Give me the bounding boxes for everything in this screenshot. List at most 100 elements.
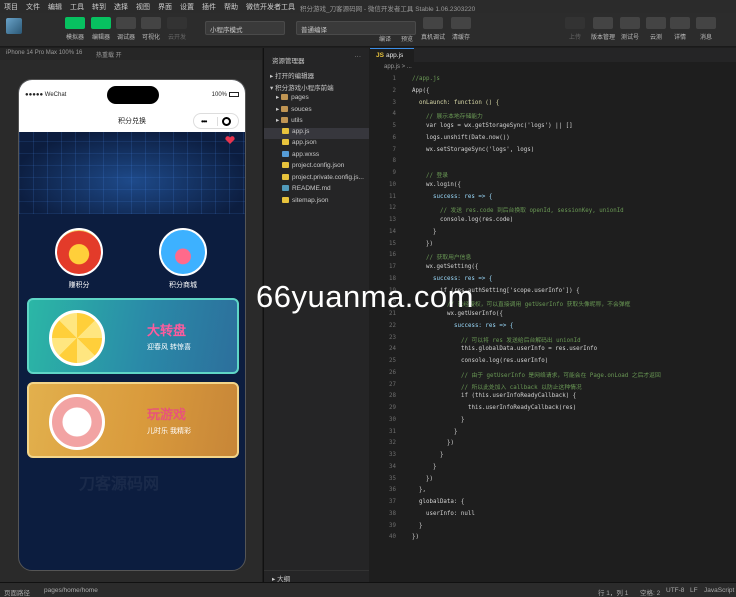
page-path[interactable]: pages/home/home [44,587,98,594]
code-line[interactable]: 30} [370,415,736,427]
code-text: wx.setStorageSync('logs', logs) [426,146,535,153]
points-mall-icon[interactable] [159,228,207,276]
more-icon[interactable]: ••• [201,117,207,126]
code-line[interactable]: 22 success: res => { [370,321,736,333]
code-line[interactable]: 7 wx.setStorageSync('logs', logs) [370,145,736,157]
version-button[interactable]: 版本管理 [590,17,616,41]
file-tree-item[interactable]: app.js [264,127,369,139]
encoding[interactable]: UTF-8 [666,587,684,594]
code-line[interactable]: 4 // 展示本地存储能力 [370,109,736,121]
code-line[interactable]: 6 logs.unshift(Date.now()) [370,133,736,145]
breadcrumb[interactable]: app.js > ... [370,62,736,72]
code-line[interactable]: 31} [370,427,736,439]
code-line[interactable]: 5 var logs = wx.getStorageSync('logs') ||… [370,121,736,133]
cursor-position[interactable]: 行 1，列 1 [598,587,628,597]
menu-item[interactable]: 帮助 [220,2,242,12]
code-line[interactable]: 39} [370,521,736,533]
file-tree-item[interactable]: project.config.json [264,162,369,174]
eol[interactable]: LF [690,587,698,594]
play-game-card[interactable]: 玩游戏 儿时乐 我精彩 [27,382,239,458]
code-line[interactable]: 27 // 所以此处加入 callback 以防止这种情况 [370,380,736,392]
preview-button[interactable]: 预览 [394,31,420,43]
open-editors-section[interactable]: ▸ 打开的编辑器 [264,70,369,82]
code-line[interactable]: 17 wx.getSetting({ [370,262,736,274]
outline-section[interactable]: ▸ 大纲 [264,570,369,583]
points-mall-label[interactable]: 积分商城 [143,280,223,290]
capsule-menu[interactable]: ••• [193,113,239,129]
code-line[interactable]: 12 // 发送 res.code 到后台换取 openId, sessionKe… [370,203,736,215]
heart-icon[interactable] [225,136,235,144]
details-button[interactable]: 详情 [667,17,693,41]
menu-item[interactable]: 项目 [0,2,22,12]
code-line[interactable]: 10 wx.login({ [370,180,736,192]
earn-points-icon[interactable] [55,228,103,276]
visual-button[interactable]: 可视化 [138,17,164,41]
code-line[interactable]: 1 //app.js [370,74,736,86]
real-device-debug-button[interactable]: 真机调试 [420,17,446,41]
code-line[interactable]: 35}) [370,474,736,486]
menu-item[interactable]: 插件 [198,2,220,12]
menu-item[interactable]: 界面 [154,2,176,12]
code-line[interactable]: 36}, [370,485,736,497]
code-line[interactable]: 15}) [370,239,736,251]
menu-item[interactable]: 工具 [66,2,88,12]
file-tree-item[interactable]: README.md [264,185,369,197]
file-tree-item[interactable]: app.wxss [264,150,369,163]
code-line[interactable]: 38 userInfo: null [370,509,736,521]
code-line[interactable]: 32}) [370,438,736,450]
code-line[interactable]: 37 globalData: { [370,497,736,509]
file-tree-item[interactable]: ▸ souces [264,105,369,117]
code-line[interactable]: 40}) [370,532,736,544]
tab-app-js[interactable]: JS app.js [370,48,414,62]
indent-setting[interactable]: 空格: 2 [640,587,660,597]
menu-item[interactable]: 转到 [88,2,110,12]
cloud-test-button[interactable]: 云测 [643,17,669,41]
file-tree-item[interactable]: app.json [264,139,369,151]
clear-cache-button[interactable]: 清缓存 [448,17,474,41]
menu-item[interactable]: 文件 [22,2,44,12]
code-line[interactable]: 23 // 可以将 res 发送给后台解码出 unionId [370,333,736,345]
code-line[interactable]: 9 // 登录 [370,168,736,180]
file-tree-item[interactable]: sitemap.json [264,196,369,209]
more-icon[interactable]: ··· [355,53,362,60]
mode-select[interactable]: 小程序模式 [205,21,285,35]
project-section[interactable]: ▾ 积分游戏小程序前端 [264,82,369,94]
page-path-label[interactable]: 页面路径 [4,587,30,597]
file-tree-item[interactable]: ▸ pages [264,93,369,105]
code-line[interactable]: 33} [370,450,736,462]
test-account-button[interactable]: 测试号 [617,17,643,41]
debugger-button[interactable]: 调试器 [113,17,139,41]
editor-button[interactable]: 编辑器 [88,17,114,41]
menu-item[interactable]: 微信开发者工具 [242,2,299,12]
code-line[interactable]: 13 console.log(res.code) [370,215,736,227]
close-icon[interactable] [222,117,231,126]
device-select[interactable]: iPhone 14 Pro Max 100% 16 [6,50,82,56]
code-line[interactable]: 8 [370,156,736,168]
code-line[interactable]: 34} [370,462,736,474]
code-line[interactable]: 25 console.log(res.userInfo) [370,356,736,368]
code-line[interactable]: 16 // 获取用户信息 [370,250,736,262]
menu-item[interactable]: 视图 [132,2,154,12]
code-line[interactable]: 2 App({ [370,86,736,98]
hotreload-toggle[interactable]: 热重载 开 [96,50,122,59]
code-line[interactable]: 11 success: res => { [370,192,736,204]
messages-button[interactable]: 消息 [693,17,719,41]
code-line[interactable]: 24 this.globalData.userInfo = res.userInf… [370,344,736,356]
code-line[interactable]: 29 this.userInfoReadyCallback(res) [370,403,736,415]
file-tree-item[interactable]: project.private.config.js... [264,173,369,186]
code-line[interactable]: 14} [370,227,736,239]
code-line[interactable]: 3 onLaunch: function () { [370,98,736,110]
menu-item[interactable]: 选择 [110,2,132,12]
code-line[interactable]: 28 if (this.userInfoReadyCallback) { [370,391,736,403]
language-mode[interactable]: JavaScript [704,587,734,594]
avatar[interactable] [6,18,22,34]
lucky-wheel-card[interactable]: 大转盘 迎春风 转惊喜 [27,298,239,374]
code-line[interactable]: 26 // 由于 getUserInfo 是网络请求，可能会在 Page.onLo… [370,368,736,380]
simulator-button[interactable]: 模拟器 [62,17,88,41]
file-tree-item[interactable]: ▸ utils [264,116,369,128]
cloud-button[interactable]: 云开发 [164,17,190,41]
earn-points-label[interactable]: 赚积分 [39,280,119,290]
upload-button[interactable]: 上传 [562,17,588,41]
menu-item[interactable]: 编辑 [44,2,66,12]
menu-item[interactable]: 设置 [176,2,198,12]
